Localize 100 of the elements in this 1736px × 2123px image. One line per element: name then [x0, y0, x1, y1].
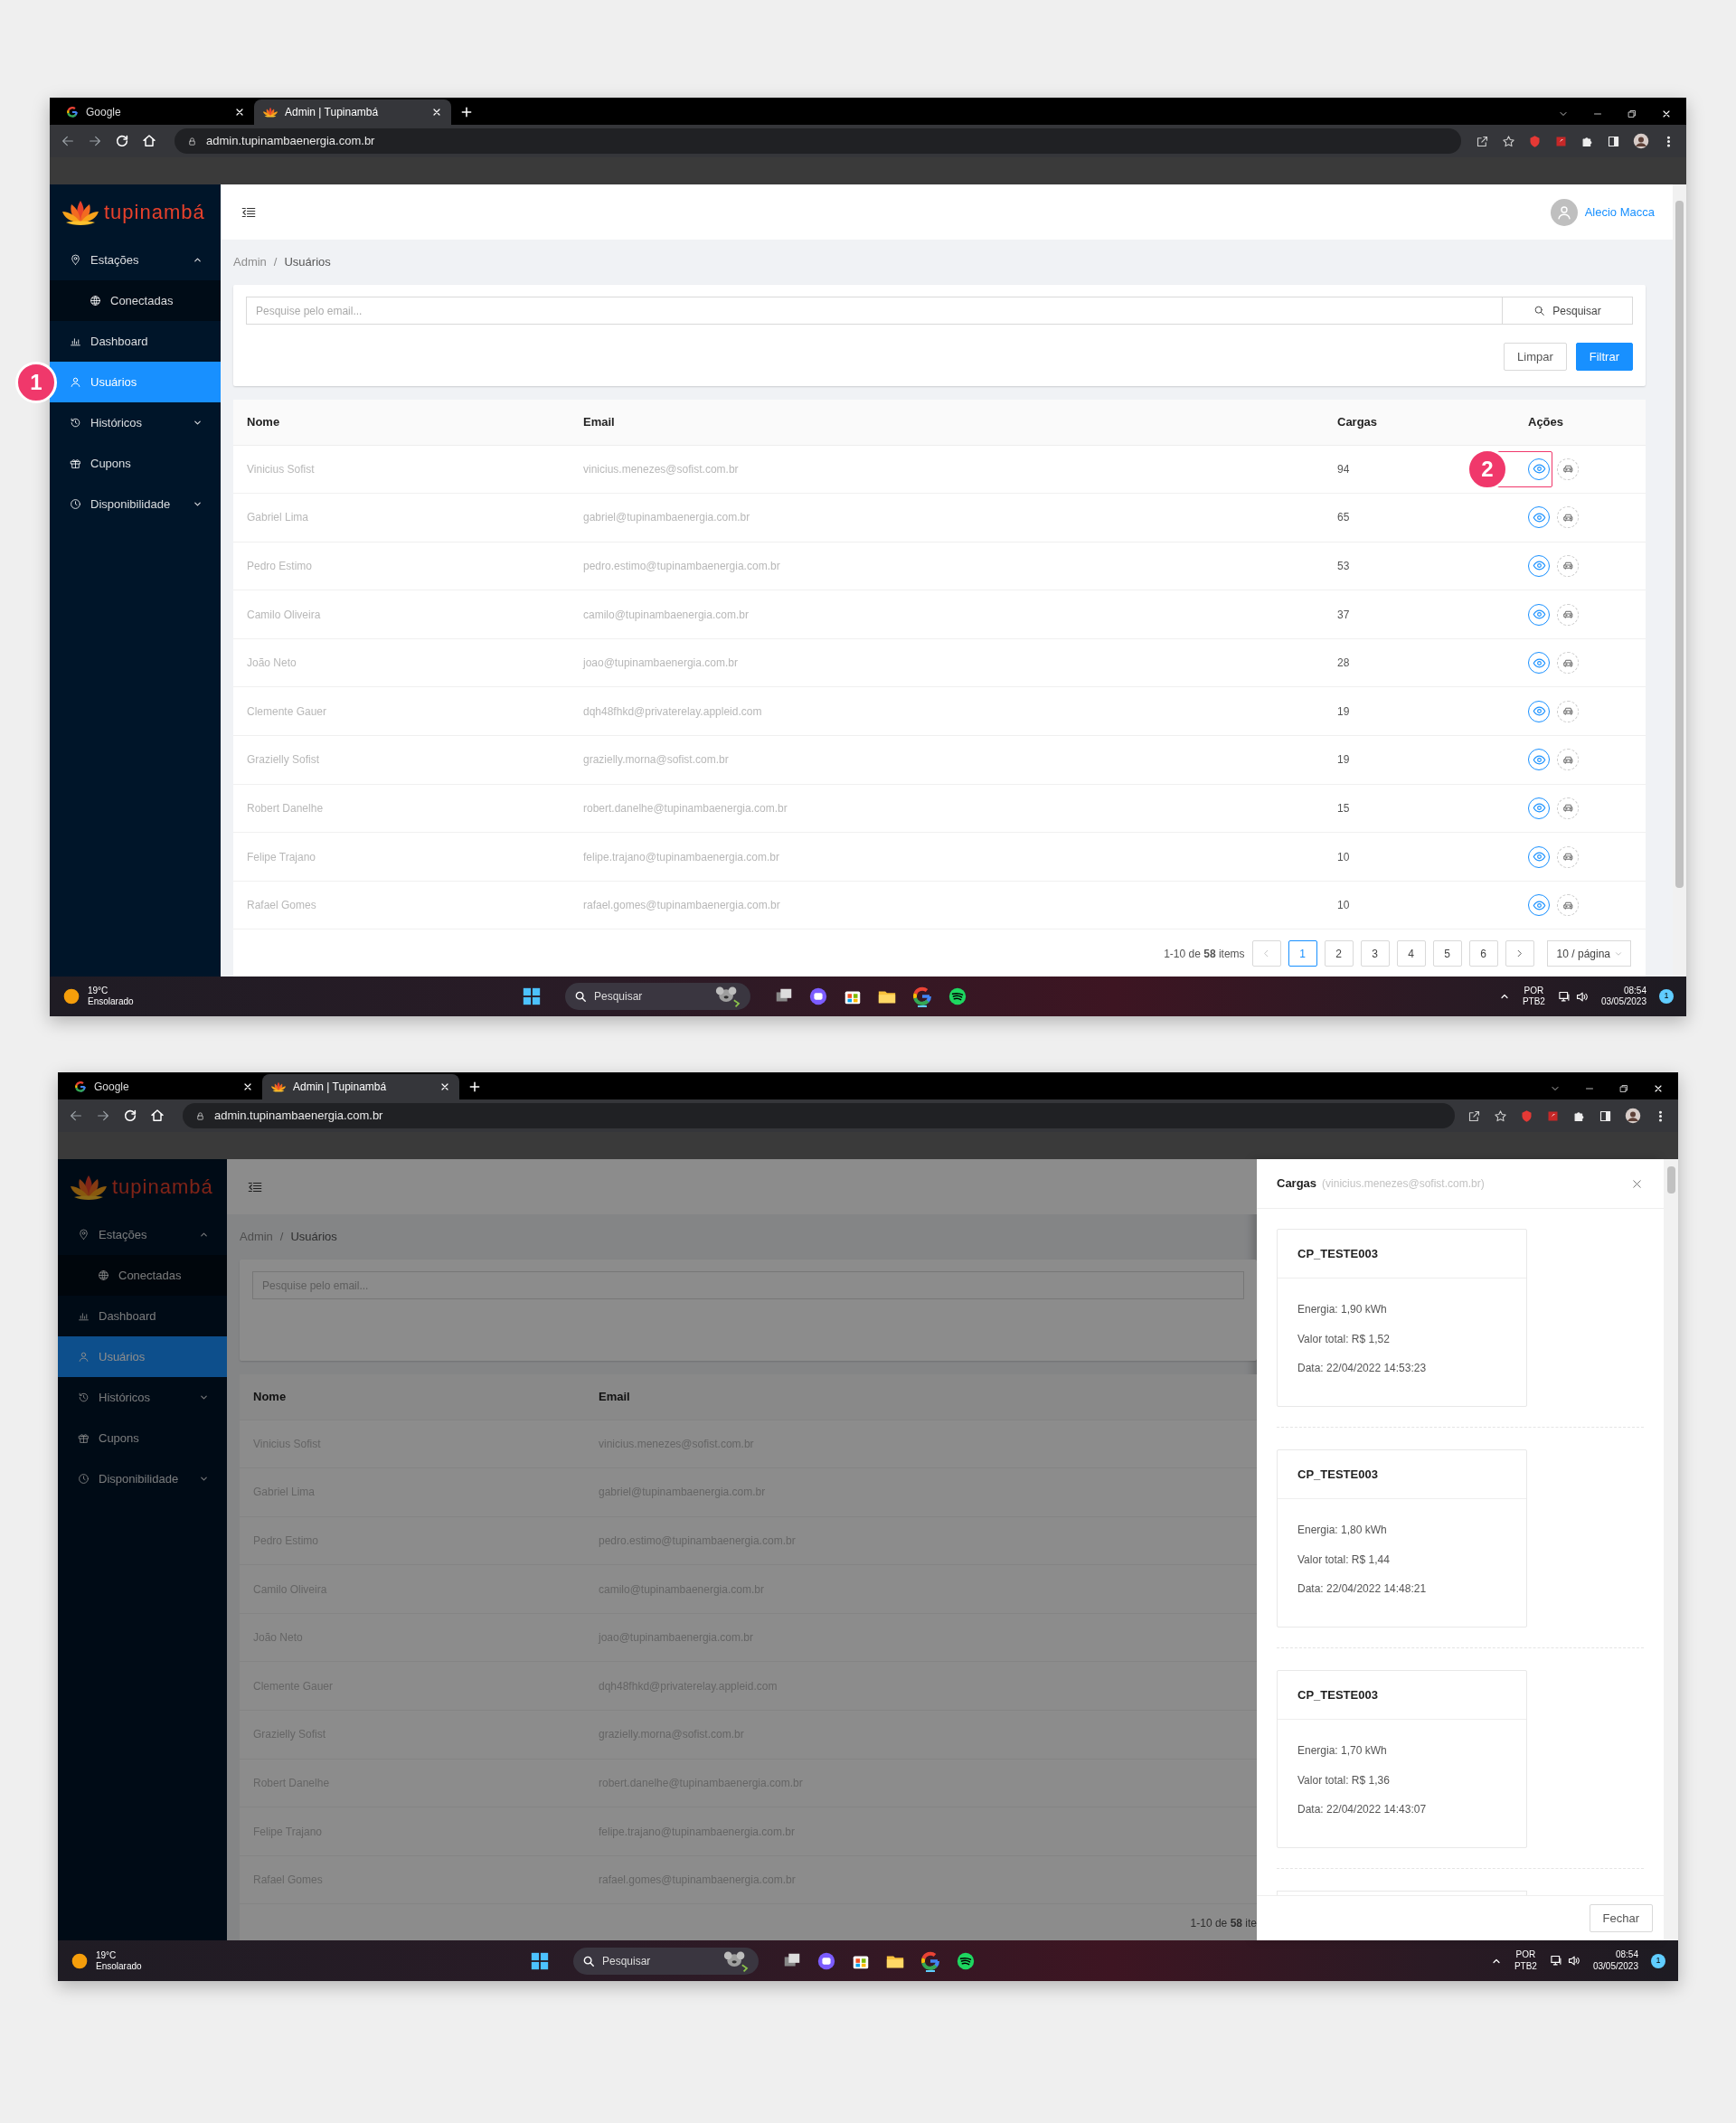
sidebar-item[interactable]: Estações	[58, 1214, 227, 1255]
clock-time[interactable]: 08:54	[1600, 985, 1646, 996]
network-icon[interactable]	[1557, 989, 1571, 1004]
restore-icon[interactable]	[1618, 1083, 1629, 1094]
view-button[interactable]	[1528, 506, 1550, 529]
sidebar-item[interactable]: Dashboard	[50, 321, 221, 362]
close-icon[interactable]	[242, 1081, 253, 1092]
view-button[interactable]	[1528, 458, 1550, 480]
notification-badge[interactable]: 1	[1651, 1953, 1665, 1968]
search-button[interactable]: Pesquisar	[1503, 297, 1633, 325]
weather-text[interactable]: Ensolarado	[96, 1960, 142, 1972]
side-panel-icon[interactable]	[1607, 134, 1620, 148]
page-button[interactable]: 4	[1396, 940, 1426, 967]
weather-text[interactable]: Ensolarado	[88, 996, 134, 1007]
address-bar[interactable]: admin.tupinambaenergia.com.br	[183, 1103, 1455, 1128]
close-icon[interactable]	[1661, 109, 1672, 119]
sidebar-item[interactable]: Disponibilidade	[50, 484, 221, 524]
car-button[interactable]	[1557, 845, 1579, 868]
back-arrow-icon[interactable]	[69, 1109, 83, 1123]
music-app-icon[interactable]	[956, 1950, 976, 1971]
close-icon[interactable]	[431, 107, 442, 118]
scrollbar[interactable]	[1664, 1159, 1678, 1940]
clock-time[interactable]: 08:54	[1592, 1949, 1638, 1961]
music-app-icon[interactable]	[948, 986, 967, 1006]
reload-icon[interactable]	[115, 134, 129, 148]
taskbar-search[interactable]: Pesquisar	[573, 1947, 759, 1975]
view-button[interactable]	[1528, 555, 1550, 577]
restore-icon[interactable]	[1627, 109, 1637, 119]
view-button[interactable]	[1528, 749, 1550, 771]
view-button[interactable]	[1528, 603, 1550, 626]
chat-icon[interactable]	[816, 1950, 836, 1971]
language-code[interactable]: POR	[1522, 985, 1545, 996]
car-button[interactable]	[1557, 749, 1579, 771]
clock-date[interactable]: 03/05/2023	[1592, 1960, 1638, 1972]
sidebar-item[interactable]: Cupons	[50, 443, 221, 484]
sidebar-item[interactable]: Dashboard	[58, 1296, 227, 1336]
windows-logo-icon[interactable]	[522, 986, 542, 1006]
taskbar-search[interactable]: Pesquisar	[565, 983, 750, 1010]
plus-icon[interactable]	[468, 1080, 481, 1093]
home-icon[interactable]	[150, 1109, 165, 1123]
star-icon[interactable]	[1502, 134, 1515, 148]
temperature[interactable]: 19°C	[88, 986, 134, 996]
speaker-icon[interactable]	[1566, 1954, 1580, 1967]
clock-date[interactable]: 03/05/2023	[1600, 996, 1646, 1008]
plus-icon[interactable]	[460, 106, 473, 118]
page-button[interactable]: 6	[1468, 940, 1498, 967]
search-field[interactable]: Pesquise pelo email...	[246, 297, 1503, 325]
forward-arrow-icon[interactable]	[88, 134, 102, 148]
browser-icon[interactable]	[920, 1949, 941, 1972]
view-button[interactable]	[1528, 797, 1550, 819]
clear-button[interactable]: Limpar	[1504, 343, 1567, 371]
page-size-select[interactable]: 10 / página	[1546, 940, 1631, 967]
close-icon[interactable]	[1653, 1083, 1664, 1094]
share-icon[interactable]	[1476, 134, 1489, 148]
sidebar-item[interactable]: Conectadas	[50, 280, 221, 321]
scrollbar[interactable]	[1673, 184, 1686, 977]
view-button[interactable]	[1528, 894, 1550, 917]
car-button[interactable]	[1557, 555, 1579, 577]
sun-icon[interactable]	[62, 987, 80, 1005]
network-icon[interactable]	[1549, 1954, 1563, 1967]
sidebar-item[interactable]: Estações	[50, 240, 221, 280]
sun-icon[interactable]	[71, 1951, 89, 1970]
back-arrow-icon[interactable]	[61, 134, 75, 148]
car-button[interactable]	[1557, 603, 1579, 626]
car-button[interactable]	[1557, 797, 1579, 819]
sidebar-item[interactable]: Disponibilidade	[58, 1458, 227, 1499]
sidebar-item[interactable]: Conectadas	[58, 1255, 227, 1296]
browser-icon[interactable]	[911, 986, 933, 1007]
browser-tab[interactable]: Admin | Tupinambá	[254, 99, 451, 125]
temperature[interactable]: 19°C	[96, 1949, 142, 1961]
chat-icon[interactable]	[808, 986, 828, 1006]
share-icon[interactable]	[1467, 1109, 1481, 1123]
sidebar-item[interactable]: Históricos	[50, 402, 221, 443]
car-button[interactable]	[1557, 894, 1579, 917]
close-icon[interactable]	[439, 1081, 450, 1092]
keyboard-layout[interactable]: PTB2	[1522, 996, 1545, 1008]
shield-icon[interactable]	[1520, 1109, 1533, 1123]
view-button[interactable]	[1528, 845, 1550, 868]
star-icon[interactable]	[1494, 1109, 1507, 1123]
close-icon[interactable]	[234, 107, 245, 118]
car-button[interactable]	[1557, 506, 1579, 529]
avatar-icon[interactable]	[1625, 1108, 1641, 1124]
view-button[interactable]	[1528, 700, 1550, 722]
home-icon[interactable]	[142, 134, 156, 148]
car-button[interactable]	[1557, 458, 1579, 480]
browser-tab[interactable]: Admin | Tupinambá	[262, 1074, 459, 1099]
view-button[interactable]	[1528, 652, 1550, 675]
language-code[interactable]: POR	[1514, 1949, 1537, 1961]
car-button[interactable]	[1557, 652, 1579, 675]
shield-icon[interactable]	[1528, 134, 1542, 148]
windows-logo-icon[interactable]	[530, 1950, 550, 1971]
side-panel-icon[interactable]	[1599, 1109, 1612, 1123]
browser-tab[interactable]: Google	[65, 1074, 262, 1099]
page-button[interactable]: 2	[1324, 940, 1354, 967]
sidebar-item[interactable]: Históricos	[58, 1377, 227, 1418]
notification-badge[interactable]: 1	[1659, 989, 1674, 1004]
keyboard-layout[interactable]: PTB2	[1514, 1960, 1537, 1972]
page-button[interactable]: 5	[1432, 940, 1462, 967]
car-button[interactable]	[1557, 700, 1579, 722]
page-button[interactable]: 3	[1360, 940, 1390, 967]
